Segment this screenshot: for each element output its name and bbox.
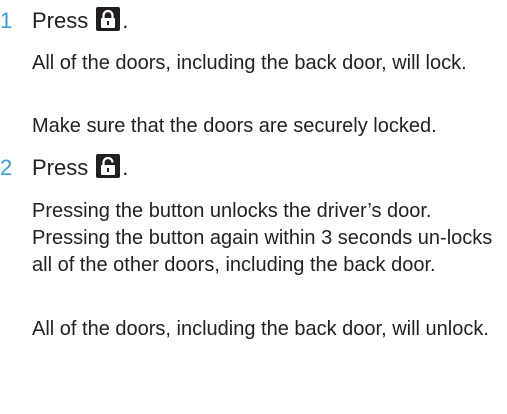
lock-open-icon xyxy=(96,153,121,183)
press-label: Press xyxy=(32,8,89,33)
step-number: 2 xyxy=(0,155,13,180)
period: . xyxy=(122,155,129,180)
step-2-paragraph-2: All of the doors, including the back doo… xyxy=(32,318,489,340)
step-2-heading: 2 Press . xyxy=(0,153,128,183)
lock-closed-icon xyxy=(96,6,121,36)
step-1-paragraph-1: All of the doors, including the back doo… xyxy=(32,52,467,74)
step-1-paragraph-2: Make sure that the doors are securely lo… xyxy=(32,115,437,137)
step-1-heading: 1 Press . xyxy=(0,6,128,36)
press-label: Press xyxy=(32,155,89,180)
step-2-paragraph-1: Pressing the button unlocks the driver’s… xyxy=(32,200,493,276)
step-number: 1 xyxy=(0,8,13,33)
period: . xyxy=(122,8,129,33)
